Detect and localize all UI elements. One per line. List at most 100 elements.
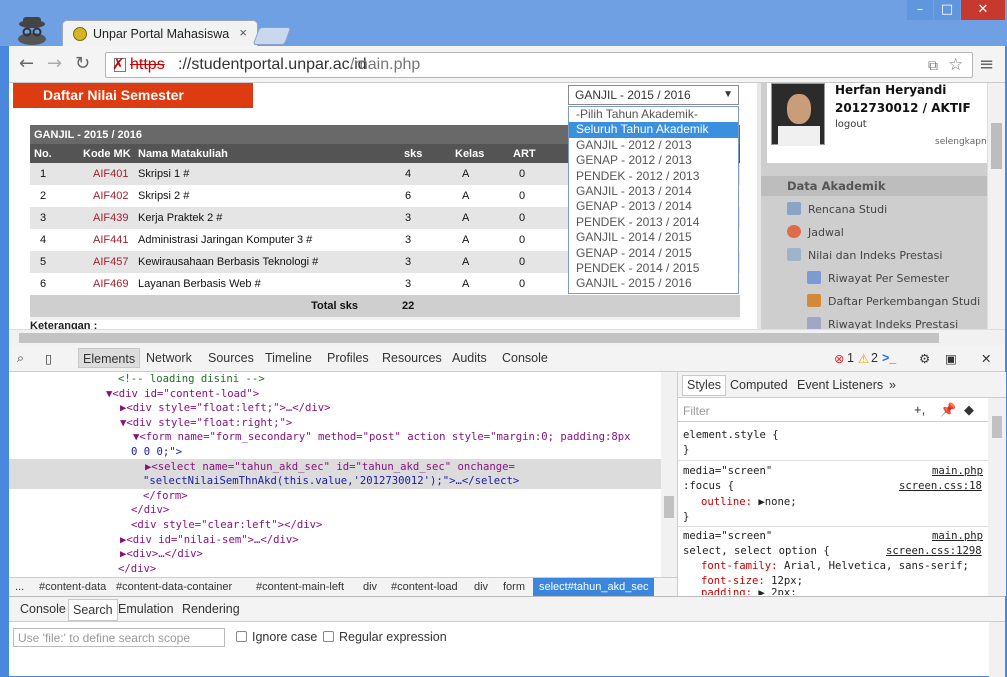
tab-audits[interactable]: Audits (452, 351, 487, 365)
maximize-button[interactable]: □ (934, 0, 960, 20)
tab-elements[interactable]: Elements (78, 348, 141, 368)
pin-state-icon[interactable]: 📌 (940, 402, 956, 418)
dropdown-option[interactable]: GENAP - 2013 / 2014 (569, 199, 738, 214)
tab-computed[interactable]: Computed (730, 378, 788, 392)
gear-icon[interactable]: ⚙ (919, 351, 930, 366)
browser-tab[interactable]: Unpar Portal Mahasiswa × (62, 20, 258, 47)
dropdown-option[interactable]: -Pilih Tahun Akademik- (569, 107, 738, 122)
error-icon[interactable]: ⊗ (834, 351, 844, 366)
dom-node[interactable]: <div style="clear:left"></div> (131, 518, 322, 533)
dropdown-option[interactable]: PENDEK - 2014 / 2015 (569, 261, 738, 276)
dropdown-option[interactable]: PENDEK - 2013 / 2014 (569, 215, 738, 230)
tab-network[interactable]: Network (146, 351, 192, 365)
breadcrumb-item-active[interactable]: select#tahun_akd_sec (533, 578, 655, 597)
bookmark-star-icon[interactable]: ☆ (948, 53, 963, 77)
dropdown-option[interactable]: GANJIL - 2015 / 2016 (569, 276, 738, 291)
dropdown-option-highlighted[interactable]: Seluruh Tahun Akademik (569, 122, 738, 138)
drawer-tab-rendering[interactable]: Rendering (182, 602, 240, 616)
tab-sources[interactable]: Sources (208, 351, 254, 365)
cell-kode[interactable]: AIF457 (67, 251, 134, 273)
device-mode-icon[interactable]: ▯ (45, 351, 52, 366)
dom-node[interactable]: ▶<div id="nilai-sem">…</div> (120, 533, 299, 548)
dom-node[interactable]: ▼<div style="float:right;"> (120, 416, 292, 431)
page-horizontal-scrollbar[interactable] (9, 329, 1005, 345)
source-link[interactable]: main.php (932, 465, 983, 477)
dom-node[interactable]: <!-- loading disini --> (118, 372, 265, 387)
add-rule-icon[interactable]: +, (914, 402, 925, 417)
sidebar-item-nilai[interactable]: Nilai dan Indeks Prestasi (787, 248, 942, 262)
breadcrumb-item[interactable]: div (363, 581, 377, 593)
dom-scrollbar[interactable] (661, 372, 677, 577)
dom-node[interactable]: ▶<div style="float:left;">…</div> (120, 401, 331, 416)
breadcrumb-item[interactable]: #content-main-left (256, 581, 344, 593)
drawer-tab-search[interactable]: Search (68, 599, 118, 621)
cell-kode[interactable]: AIF439 (67, 207, 134, 229)
source-link[interactable]: screen.css:1298 (886, 545, 982, 557)
dom-node[interactable]: ▼<div id="content-load"> (106, 387, 259, 402)
cell-kode[interactable]: AIF469 (67, 273, 134, 295)
css-property[interactable]: padding: ▶ 2px; (701, 587, 797, 595)
breadcrumb-item[interactable]: #content-data (39, 581, 106, 593)
cell-kode[interactable]: AIF402 (67, 185, 134, 207)
dom-node[interactable]: ▼<form name="form_secondary" method="pos… (133, 430, 631, 445)
tahun-akademik-select[interactable]: GANJIL - 2015 / 2016 ▼ (568, 85, 739, 105)
dom-node-selected[interactable]: ▶<select name="tahun_akd_sec" id="tahun_… (145, 460, 515, 475)
page-vertical-scrollbar[interactable] (987, 83, 1005, 329)
warning-count[interactable]: 2 (871, 351, 878, 365)
css-property[interactable]: font-family: Arial, Helvetica, sans-seri… (701, 560, 969, 572)
warning-icon[interactable]: ⚠ (858, 351, 869, 366)
dropdown-option[interactable]: GANJIL - 2013 / 2014 (569, 184, 738, 199)
color-format-icon[interactable]: ◆ (964, 402, 974, 418)
cell-kode[interactable]: AIF441 (67, 229, 134, 251)
dropdown-option[interactable]: GANJIL - 2014 / 2015 (569, 230, 738, 245)
css-property[interactable]: font-size: 12px; (701, 575, 803, 587)
dropdown-option[interactable]: PENDEK - 2012 / 2013 (569, 169, 738, 184)
reload-icon[interactable]: ↻ (75, 53, 90, 74)
breadcrumb-item[interactable]: div (474, 581, 488, 593)
sidebar-subitem-riwayat-ip[interactable]: Riwayat Indeks Prestasi (807, 317, 958, 329)
ignore-case-checkbox[interactable]: Ignore case (236, 630, 317, 644)
dropdown-option[interactable]: GENAP - 2014 / 2015 (569, 246, 738, 261)
new-tab-button[interactable] (252, 27, 292, 45)
sidebar-subitem-perkembangan[interactable]: Daftar Perkembangan Studi (807, 294, 980, 308)
back-arrow-icon[interactable]: ← (19, 53, 34, 74)
more-tabs-icon[interactable]: » (889, 378, 896, 392)
regex-checkbox[interactable]: Regular expression (323, 630, 447, 644)
chrome-menu-icon[interactable]: ≡ (979, 54, 994, 75)
styles-filter-input[interactable]: Filter +, 📌 ◆ (678, 398, 988, 422)
address-bar[interactable]: ✗ https ://studentportal.unpar.ac.id /ma… (105, 52, 973, 78)
sidebar-subitem-riwayat-semester[interactable]: Riwayat Per Semester (807, 271, 949, 285)
drawer-tab-emulation[interactable]: Emulation (118, 602, 174, 616)
dom-node[interactable]: </div> (118, 562, 156, 577)
css-property[interactable]: outline: ▶none; (701, 496, 797, 508)
dom-node[interactable]: </form> (143, 489, 188, 504)
drawer-tab-console[interactable]: Console (20, 602, 66, 616)
breadcrumb-item[interactable]: #content-data-container (116, 581, 232, 593)
search-input[interactable]: Use 'file:' to define search scope (13, 628, 225, 647)
tab-close-icon[interactable]: × (239, 25, 247, 40)
sidebar-item-rencana-studi[interactable]: Rencana Studi (787, 202, 887, 216)
dropdown-option[interactable]: GENAP - 2012 / 2013 (569, 153, 738, 168)
dom-node[interactable]: ▶<div>…</div> (120, 547, 203, 562)
dropdown-option[interactable]: GANJIL - 2012 / 2013 (569, 138, 738, 153)
drawer-scrollbar[interactable] (989, 622, 1005, 677)
logout-link[interactable]: logout (835, 119, 867, 130)
breadcrumb-item[interactable]: ... (15, 581, 24, 593)
forward-arrow-icon[interactable]: → (47, 53, 62, 74)
tab-profiles[interactable]: Profiles (327, 351, 369, 365)
translate-icon[interactable]: ⧉ (928, 53, 938, 77)
source-link[interactable]: screen.css:18 (899, 480, 982, 492)
tab-timeline[interactable]: Timeline (265, 351, 312, 365)
sidebar-item-jadwal[interactable]: Jadwal (787, 225, 844, 239)
dom-node[interactable]: </div> (131, 503, 169, 518)
inspect-icon[interactable]: ⌕ (17, 351, 24, 366)
dock-icon[interactable]: ▣ (945, 351, 957, 366)
close-devtools-icon[interactable]: ✕ (981, 351, 991, 366)
breadcrumb-item[interactable]: form (503, 581, 525, 593)
source-link[interactable]: main.php (932, 530, 983, 542)
tab-resources[interactable]: Resources (382, 351, 442, 365)
tab-event-listeners[interactable]: Event Listeners (797, 378, 883, 392)
close-window-button[interactable]: ✕ (961, 0, 1005, 20)
cell-kode[interactable]: AIF401 (67, 163, 134, 185)
styles-scrollbar[interactable] (988, 398, 1006, 596)
